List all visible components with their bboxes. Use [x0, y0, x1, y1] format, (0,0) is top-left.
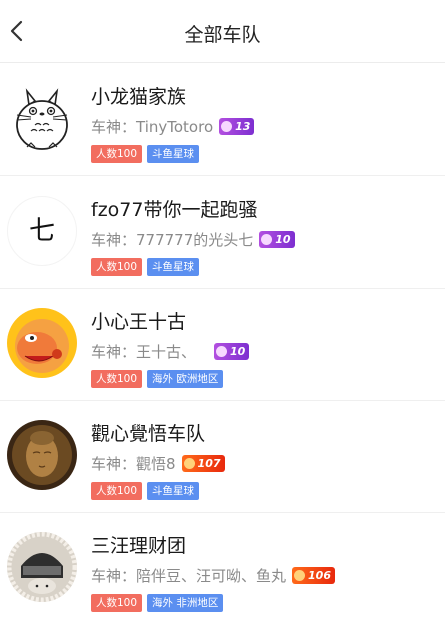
team-tags: 人数100 海外 非洲地区 — [91, 594, 224, 612]
team-name: 小龙猫家族 — [91, 86, 187, 108]
level-badge: 106 — [292, 567, 335, 584]
avatar-character: 七 — [28, 216, 55, 246]
level-badge: 107 — [181, 455, 225, 472]
team-avatar-cartoon-face — [7, 308, 77, 378]
team-leader: 车神：TinyTotoro 13 — [91, 116, 255, 137]
team-row[interactable]: 觀心覺悟车队 车神：觀悟8 107 人数100 斗鱼星球 — [0, 400, 445, 513]
level-number: 107 — [197, 457, 221, 470]
member-count-tag: 人数100 — [91, 370, 143, 388]
top-bar: 全部车队 — [0, 0, 445, 63]
level-number: 106 — [308, 569, 331, 582]
region-tag: 海外 欧洲地区 — [147, 370, 224, 388]
team-avatar-helmet — [7, 532, 77, 602]
team-tags: 人数100 海外 欧洲地区 — [91, 370, 224, 388]
leader-text: 车神：陪伴豆、汪可呦、鱼丸 — [91, 567, 287, 585]
level-badge: 10 — [259, 231, 295, 248]
region-tag: 斗鱼星球 — [147, 258, 200, 276]
region-tag: 斗鱼星球 — [147, 145, 200, 163]
member-count-tag: 人数100 — [91, 145, 143, 163]
level-number: 10 — [275, 233, 291, 246]
team-leader: 车神：觀悟8 107 — [91, 453, 225, 474]
team-name: 觀心覺悟车队 — [91, 423, 206, 445]
team-name: 三汪理财团 — [91, 535, 187, 557]
team-leader: 车神：777777的光头七 10 — [91, 229, 295, 250]
team-tags: 人数100 斗鱼星球 — [91, 145, 200, 163]
member-count-tag: 人数100 — [91, 258, 143, 276]
region-tag: 斗鱼星球 — [147, 482, 200, 500]
level-gem-icon — [261, 234, 273, 245]
level-gem-icon — [294, 570, 306, 581]
team-name: fzo77带你一起跑骚 — [91, 199, 258, 221]
team-row[interactable]: 小心王十古 车神：王十古、 10 人数100 海外 欧洲地区 — [0, 288, 445, 401]
team-name: 小心王十古 — [91, 311, 187, 333]
level-gem-icon — [221, 121, 233, 132]
team-row[interactable]: 小龙猫家族 车神：TinyTotoro 13 人数100 斗鱼星球 — [0, 63, 445, 176]
leader-text: 车神：觀悟8 — [91, 455, 176, 473]
level-badge: 10 — [214, 343, 250, 360]
team-avatar-buddha — [7, 420, 77, 490]
page-title: 全部车队 — [184, 24, 261, 46]
member-count-tag: 人数100 — [91, 594, 143, 612]
team-avatar-text: 七 — [7, 196, 77, 266]
level-number: 13 — [235, 120, 251, 133]
team-tags: 人数100 斗鱼星球 — [91, 258, 200, 276]
team-avatar-totoro — [7, 83, 77, 153]
team-row[interactable]: 三汪理财团 车神：陪伴豆、汪可呦、鱼丸 106 人数100 海外 非洲地区 — [0, 512, 445, 624]
team-leader: 车神：王十古、 10 — [91, 341, 250, 362]
leader-text: 车神：王十古、 — [91, 343, 197, 361]
team-row[interactable]: 七 fzo77带你一起跑骚 车神：777777的光头七 10 人数100 斗鱼星… — [0, 176, 445, 289]
level-number: 10 — [230, 345, 246, 358]
member-count-tag: 人数100 — [91, 482, 143, 500]
level-gem-icon — [183, 458, 195, 469]
level-badge: 13 — [219, 118, 255, 135]
level-gem-icon — [216, 346, 228, 357]
region-tag: 海外 非洲地区 — [147, 594, 224, 612]
team-tags: 人数100 斗鱼星球 — [91, 482, 200, 500]
leader-text: 车神：777777的光头七 — [91, 231, 254, 249]
leader-text: 车神：TinyTotoro — [91, 118, 214, 136]
team-leader: 车神：陪伴豆、汪可呦、鱼丸 106 — [91, 565, 335, 586]
